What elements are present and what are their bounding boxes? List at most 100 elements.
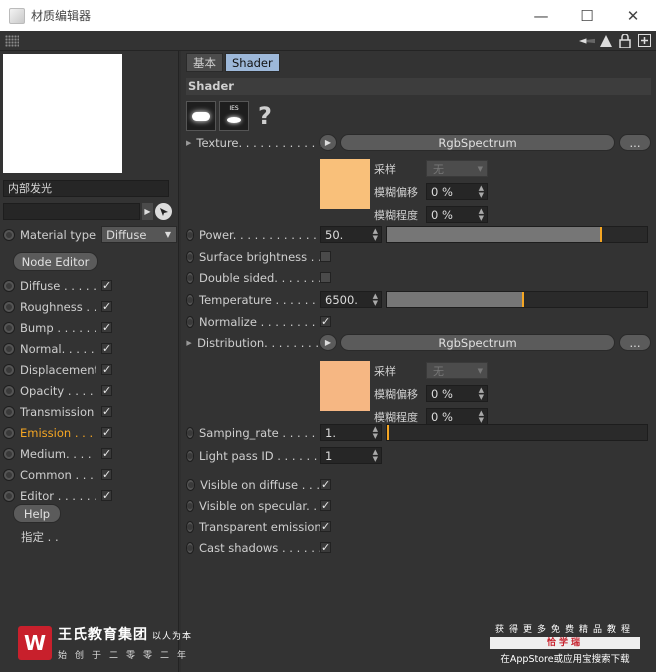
material-type-radio[interactable]	[3, 228, 15, 241]
channel-checkbox[interactable]: ✓	[101, 364, 112, 375]
visible-on-specular-radio[interactable]	[186, 499, 194, 512]
channel-radio[interactable]	[3, 468, 15, 481]
light-pass-id-radio[interactable]	[186, 449, 194, 462]
samping-rate-input[interactable]: 1. ▲ ▼	[320, 424, 382, 441]
grip-icon[interactable]	[5, 35, 19, 47]
expand-triangle-icon[interactable]: ▶	[186, 139, 191, 147]
channel-label[interactable]: Transmission	[20, 405, 96, 419]
material-preview[interactable]	[3, 54, 122, 173]
channel-radio[interactable]	[3, 489, 15, 502]
channel-checkbox[interactable]: ✓	[101, 322, 112, 333]
channel-checkbox[interactable]: ✓	[101, 448, 112, 459]
channel-label[interactable]: Diffuse . . . . . .	[20, 279, 96, 293]
arrow-left-icon[interactable]	[579, 32, 595, 49]
tab-shader[interactable]: Shader	[225, 53, 280, 72]
power-radio[interactable]	[186, 228, 194, 241]
samping-rate-radio[interactable]	[186, 426, 194, 439]
channel-row[interactable]: Bump . . . . . . . ✓	[3, 317, 112, 338]
channel-checkbox[interactable]: ✓	[101, 301, 112, 312]
channel-row[interactable]: Opacity . . . . . . ✓	[3, 380, 112, 401]
normalize-checkbox[interactable]: ✓	[320, 316, 331, 327]
channel-checkbox[interactable]: ✓	[101, 280, 112, 291]
power-input[interactable]: 50. ▲ ▼	[320, 226, 382, 243]
temperature-slider[interactable]	[386, 291, 648, 308]
texture-blur-offset-input[interactable]: 0 % ▲ ▼	[426, 183, 488, 200]
channel-label[interactable]: Displacement	[20, 363, 96, 377]
power-slider[interactable]	[386, 226, 648, 243]
channel-label[interactable]: Bump . . . . . . .	[20, 321, 96, 335]
maximize-button[interactable]: ☐	[564, 0, 610, 31]
channel-checkbox[interactable]: ✓	[101, 469, 112, 480]
channel-label[interactable]: Common . . . . .	[20, 468, 96, 482]
link-field[interactable]	[3, 203, 140, 220]
cast-shadows-checkbox[interactable]: ✓	[320, 542, 331, 553]
samping-rate-slider[interactable]	[386, 424, 648, 441]
distribution-color-swatch[interactable]	[320, 361, 370, 411]
help-icon[interactable]: ?	[258, 102, 272, 130]
add-window-icon[interactable]	[636, 32, 652, 49]
minimize-button[interactable]: —	[518, 0, 564, 31]
texture-more-button[interactable]: ...	[619, 134, 651, 151]
channel-row[interactable]: Common . . . . . ✓	[3, 464, 112, 485]
channel-row[interactable]: Normal. . . . . . . ✓	[3, 338, 112, 359]
channel-radio[interactable]	[3, 405, 15, 418]
temperature-input[interactable]: 6500. ▲ ▼	[320, 291, 382, 308]
texture-rgbspectrum-button[interactable]: RgbSpectrum	[340, 134, 615, 151]
channel-row[interactable]: Editor . . . . . . ✓	[3, 485, 112, 506]
distribution-link-button[interactable]: ▶	[319, 334, 337, 351]
channel-radio[interactable]	[3, 426, 15, 439]
channel-radio[interactable]	[3, 447, 15, 460]
area-light-icon[interactable]	[186, 101, 216, 131]
ies-light-icon[interactable]: IES	[219, 101, 249, 131]
visible-on-diffuse-radio[interactable]	[186, 478, 196, 491]
channel-checkbox[interactable]: ✓	[101, 427, 112, 438]
double-sided-checkbox[interactable]	[320, 272, 331, 283]
texture-link-button[interactable]: ▶	[319, 134, 337, 151]
surface-brightness-radio[interactable]	[186, 250, 194, 263]
channel-row[interactable]: Transmission ✓	[3, 401, 112, 422]
double-sided-radio[interactable]	[186, 271, 194, 284]
node-editor-button[interactable]: Node Editor	[13, 252, 98, 271]
channel-row[interactable]: Roughness . . . . ✓	[3, 296, 112, 317]
channel-row[interactable]: Emission . . . . ✓	[3, 422, 112, 443]
channel-radio[interactable]	[3, 321, 15, 334]
channel-label[interactable]: Editor . . . . . .	[20, 489, 96, 503]
distribution-blur-offset-input[interactable]: 0 % ▲ ▼	[426, 385, 488, 402]
transparent-emission-radio[interactable]	[186, 520, 194, 533]
channel-row[interactable]: Diffuse . . . . . . ✓	[3, 275, 112, 296]
picker-icon[interactable]	[155, 203, 172, 220]
channel-checkbox[interactable]: ✓	[101, 406, 112, 417]
channel-label[interactable]: Opacity . . . . . .	[20, 384, 96, 398]
normalize-radio[interactable]	[186, 315, 194, 328]
light-pass-id-input[interactable]: 1 ▲ ▼	[320, 447, 382, 464]
channel-checkbox[interactable]: ✓	[101, 490, 112, 501]
arrow-up-icon[interactable]	[598, 32, 614, 49]
material-name-field[interactable]: 内部发光	[3, 180, 169, 197]
distribution-more-button[interactable]: ...	[619, 334, 651, 351]
channel-radio[interactable]	[3, 363, 15, 376]
channel-row[interactable]: Medium. . . . . . ✓	[3, 443, 112, 464]
link-arrow-button[interactable]: ▶	[142, 203, 153, 220]
channel-radio[interactable]	[3, 384, 15, 397]
channel-radio[interactable]	[3, 300, 15, 313]
channel-checkbox[interactable]: ✓	[101, 385, 112, 396]
texture-color-swatch[interactable]	[320, 159, 370, 209]
visible-on-specular-checkbox[interactable]: ✓	[320, 500, 331, 511]
surface-brightness-checkbox[interactable]	[320, 251, 331, 262]
channel-checkbox[interactable]: ✓	[101, 343, 112, 354]
lock-icon[interactable]	[617, 32, 633, 49]
transparent-emission-checkbox[interactable]: ✓	[320, 521, 331, 532]
texture-blur-scale-input[interactable]: 0 % ▲ ▼	[426, 206, 488, 223]
distribution-rgbspectrum-button[interactable]: RgbSpectrum	[340, 334, 615, 351]
channel-label[interactable]: Medium. . . . . .	[20, 447, 96, 461]
channel-label[interactable]: Normal. . . . . . .	[20, 342, 96, 356]
tab-basic[interactable]: 基本	[186, 53, 223, 72]
expand-triangle-icon[interactable]: ▶	[186, 339, 192, 347]
help-button[interactable]: Help	[13, 504, 61, 523]
channel-row[interactable]: Displacement ✓	[3, 359, 112, 380]
temperature-radio[interactable]	[186, 293, 194, 306]
channel-label[interactable]: Roughness . . . .	[20, 300, 96, 314]
cast-shadows-radio[interactable]	[186, 541, 194, 554]
material-type-select[interactable]: Diffuse ▼	[101, 226, 178, 243]
visible-on-diffuse-checkbox[interactable]: ✓	[320, 479, 331, 490]
